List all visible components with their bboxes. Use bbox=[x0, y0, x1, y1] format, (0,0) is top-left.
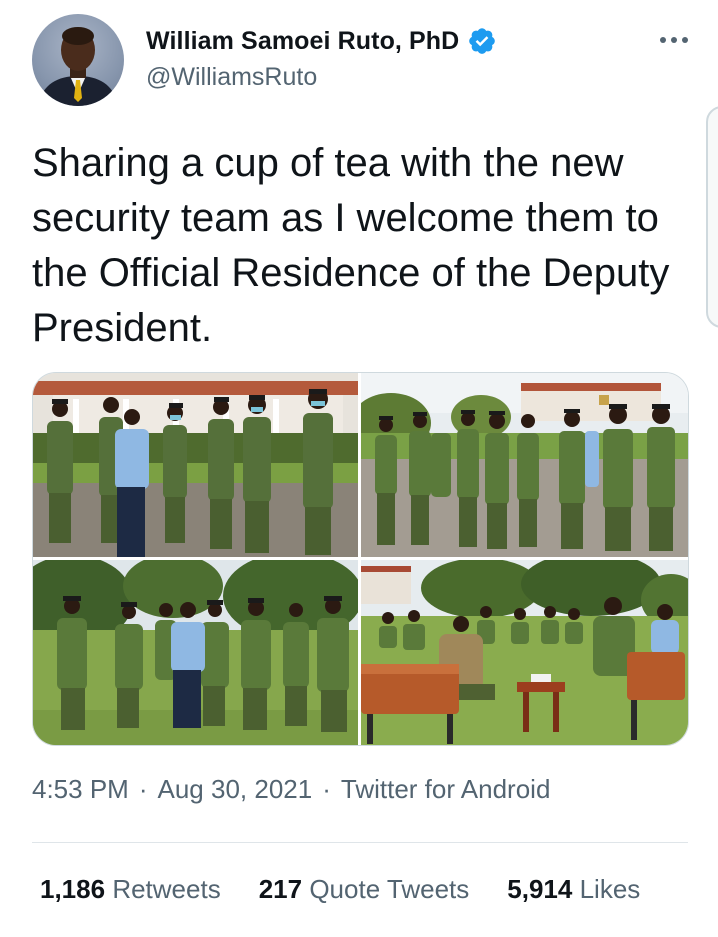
more-dot bbox=[660, 37, 666, 43]
tweet-photo-4[interactable] bbox=[361, 560, 688, 745]
photo-security-team-greeting bbox=[33, 373, 358, 557]
quote-tweets-label: Quote Tweets bbox=[309, 874, 470, 904]
photo-tea-gathering bbox=[361, 560, 688, 745]
author-name-row: William Samoei Ruto, PhD bbox=[146, 24, 497, 58]
photo-security-team-lineup bbox=[361, 373, 688, 557]
verified-badge-icon bbox=[469, 28, 496, 54]
tweet-metadata: 4:53 PM · Aug 30, 2021 · Twitter for And… bbox=[32, 774, 550, 805]
meta-separator: · bbox=[322, 774, 331, 804]
tweet-photo-2[interactable] bbox=[361, 373, 688, 557]
more-options-icon[interactable] bbox=[648, 28, 688, 52]
photo-security-team-walk bbox=[33, 560, 358, 745]
tweet-header: William Samoei Ruto, PhD @WilliamsRuto bbox=[32, 14, 688, 106]
tweet-stats: 1,186 Retweets 217 Quote Tweets 5,914 Li… bbox=[40, 874, 640, 905]
quote-tweets-count: 217 bbox=[258, 874, 303, 904]
divider bbox=[32, 842, 688, 843]
media-grid bbox=[32, 372, 689, 746]
author-display-name[interactable]: William Samoei Ruto, PhD bbox=[146, 27, 459, 56]
likes-label: Likes bbox=[579, 874, 641, 904]
more-dot bbox=[671, 37, 677, 43]
tweet-date[interactable]: Aug 30, 2021 bbox=[158, 774, 313, 805]
quote-tweets-stat[interactable]: 217 Quote Tweets bbox=[259, 874, 470, 905]
retweets-count: 1,186 bbox=[40, 874, 106, 904]
adjacent-card-edge bbox=[706, 106, 718, 328]
tweet-time[interactable]: 4:53 PM bbox=[32, 774, 129, 805]
tweet-source[interactable]: Twitter for Android bbox=[341, 774, 551, 805]
tweet-photo-1[interactable] bbox=[33, 373, 358, 557]
more-dot bbox=[682, 37, 688, 43]
profile-photo-icon bbox=[38, 27, 118, 106]
tweet-photo-3[interactable] bbox=[33, 560, 358, 745]
tweet-text: Sharing a cup of tea with the new securi… bbox=[32, 141, 670, 350]
likes-count: 5,914 bbox=[507, 874, 573, 904]
avatar[interactable] bbox=[32, 14, 124, 106]
retweets-stat[interactable]: 1,186 Retweets bbox=[40, 874, 221, 905]
author-handle[interactable]: @WilliamsRuto bbox=[146, 63, 317, 92]
likes-stat[interactable]: 5,914 Likes bbox=[507, 874, 640, 905]
meta-separator: · bbox=[138, 774, 148, 804]
retweets-label: Retweets bbox=[112, 874, 221, 904]
